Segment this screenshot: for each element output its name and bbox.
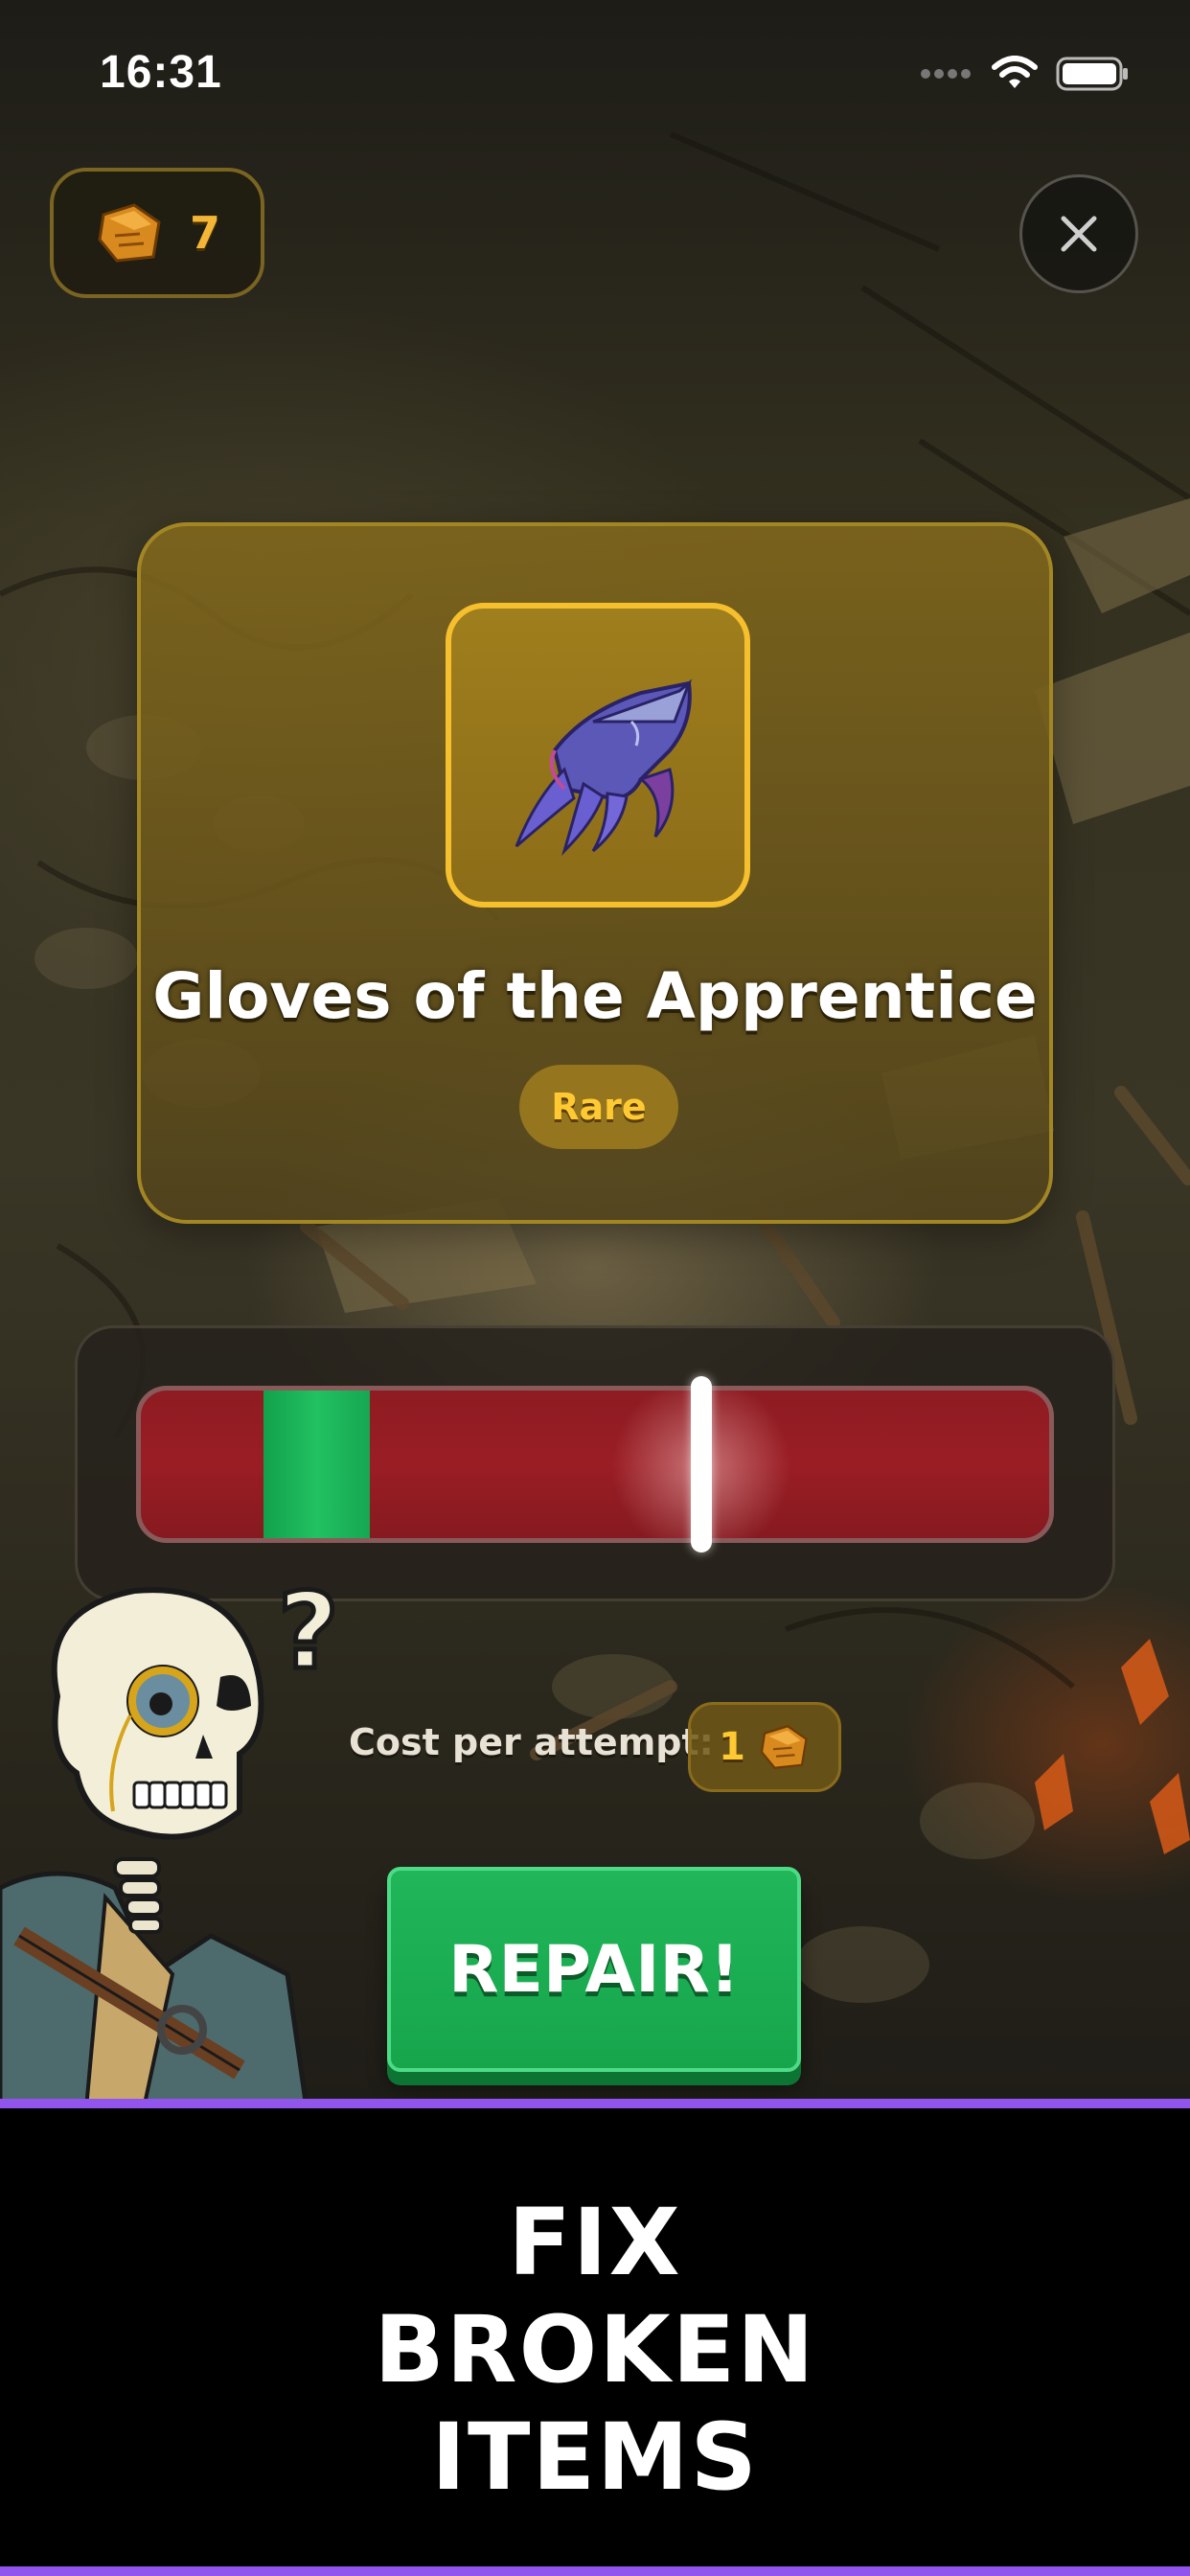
- rarity-badge: Rare: [519, 1065, 678, 1149]
- item-card: Gloves of the Apprentice Rare: [137, 522, 1053, 1224]
- close-button[interactable]: [1019, 174, 1138, 293]
- currency-count: 7: [190, 207, 221, 259]
- currency-counter[interactable]: 7: [50, 168, 264, 298]
- gauntlet-icon: [515, 678, 693, 856]
- meter-needle: [690, 1376, 712, 1552]
- cellular-signal-icon: [921, 69, 971, 79]
- status-time: 16:31: [100, 47, 222, 98]
- scrap-metal-icon: [760, 1725, 808, 1769]
- item-image-frame: [446, 603, 750, 908]
- cost-per-attempt-label: Cost per attempt:: [349, 1721, 714, 1763]
- promo-caption-band: FIX BROKEN ITEMS: [0, 2099, 1190, 2576]
- repair-meter-track[interactable]: [136, 1386, 1054, 1543]
- scrap-metal-icon: [98, 203, 161, 263]
- wifi-icon: [992, 56, 1038, 88]
- status-icons: [920, 56, 1129, 92]
- close-icon: [1061, 216, 1097, 252]
- caption-line-2: BROKEN: [374, 2296, 816, 2404]
- skeleton-mascot: ?: [0, 1572, 341, 2108]
- target-zone: [263, 1391, 370, 1538]
- cost-value: 1: [719, 1725, 745, 1769]
- repair-button[interactable]: REPAIR!: [387, 1867, 801, 2072]
- caption-line-1: FIX: [508, 2189, 682, 2296]
- battery-icon: [1056, 57, 1128, 91]
- caption-line-3: ITEMS: [431, 2404, 759, 2511]
- promo-caption: FIX BROKEN ITEMS: [0, 2189, 1190, 2511]
- cost-badge: 1: [688, 1702, 841, 1792]
- item-name: Gloves of the Apprentice: [152, 959, 1038, 1033]
- question-mark-icon: ?: [278, 1572, 339, 1692]
